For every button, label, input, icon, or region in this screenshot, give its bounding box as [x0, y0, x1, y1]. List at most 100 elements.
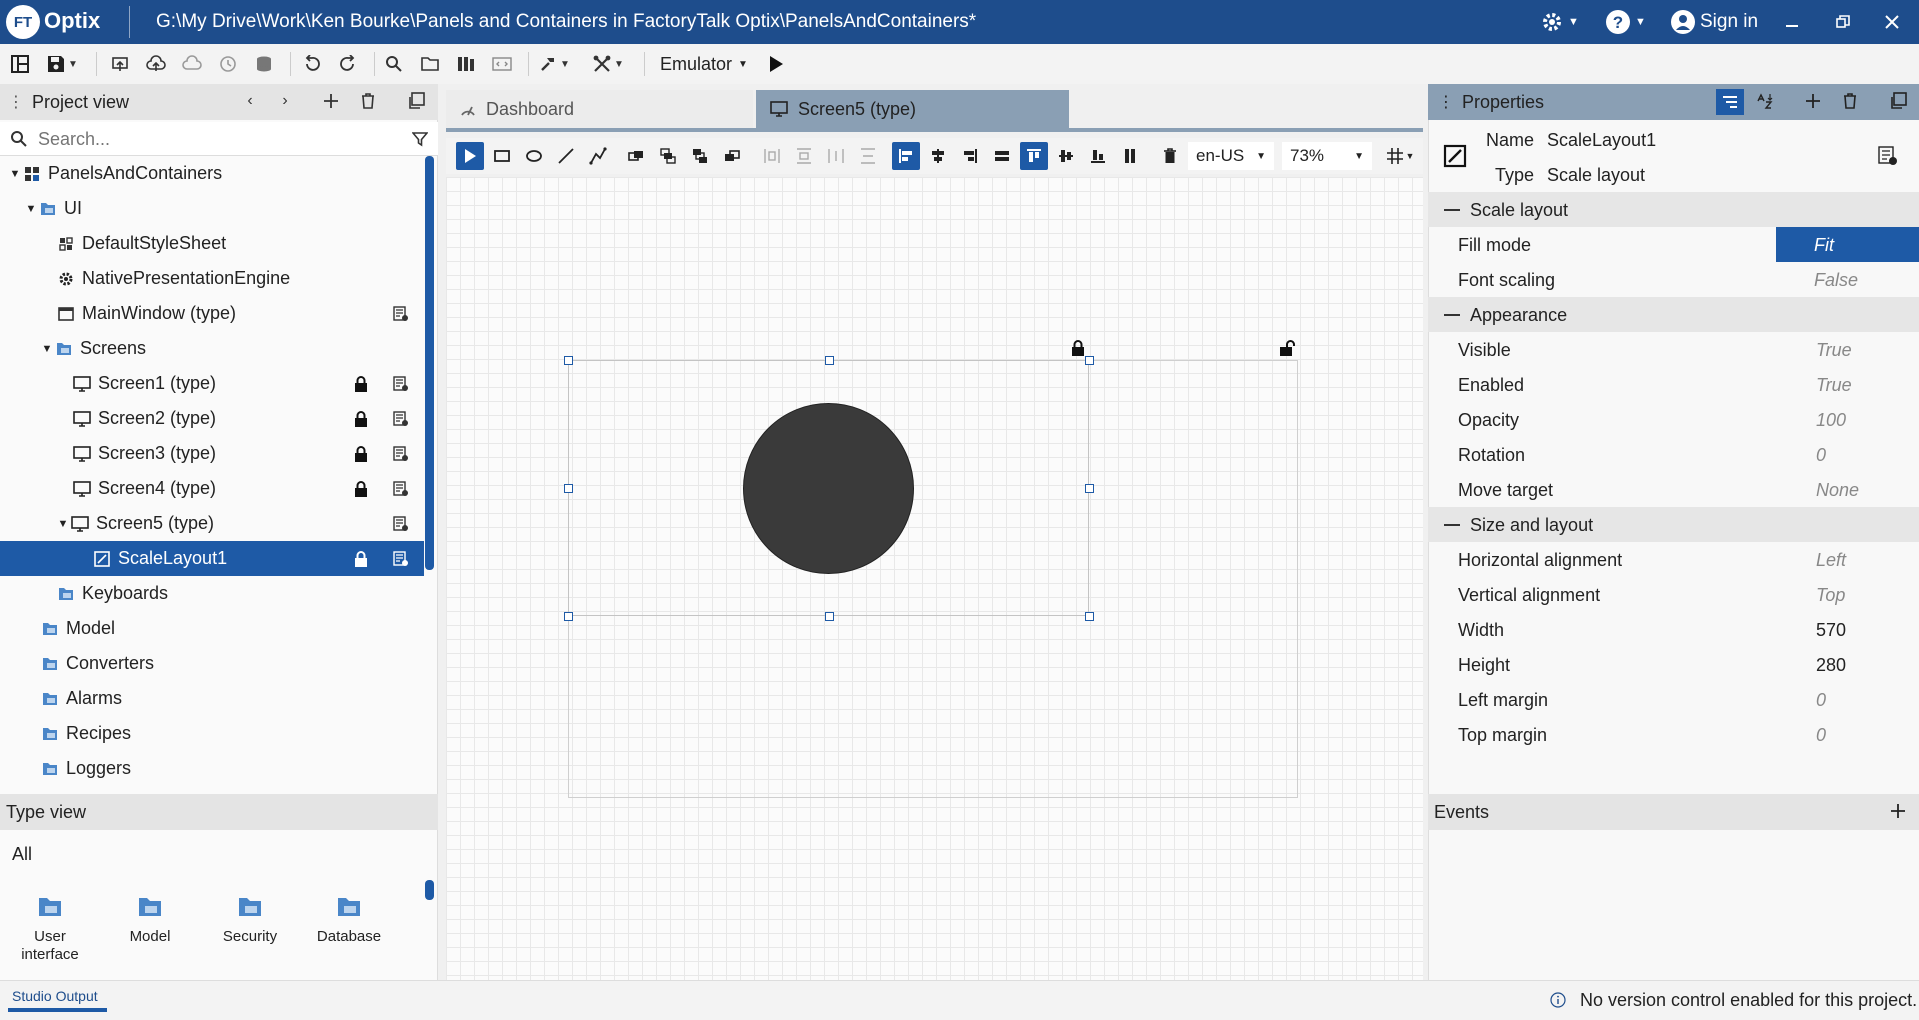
resize-handle[interactable]: [564, 612, 573, 621]
align-right-button[interactable]: [956, 142, 984, 170]
tree-item-model[interactable]: Model: [0, 611, 424, 646]
build-button[interactable]: [536, 52, 560, 76]
prop-value[interactable]: 570: [1816, 620, 1846, 641]
type-item-model[interactable]: Model: [104, 892, 196, 946]
prop-value[interactable]: 0: [1816, 445, 1826, 466]
duplicate-panel-button[interactable]: [407, 92, 427, 112]
prop-value[interactable]: True: [1816, 375, 1852, 396]
distribute-vertical-button[interactable]: [790, 142, 818, 170]
prop-vertical-alignment[interactable]: Vertical alignment Top: [1428, 577, 1919, 612]
tree-item-recipes[interactable]: Recipes: [0, 716, 424, 751]
align-left-button[interactable]: [892, 142, 920, 170]
save-button[interactable]: [44, 52, 68, 76]
close-button[interactable]: [1884, 8, 1900, 36]
prop-horizontal-alignment[interactable]: Horizontal alignment Left: [1428, 542, 1919, 577]
fill-mode-field[interactable]: Fit: [1776, 227, 1919, 262]
zoom-select[interactable]: 73% ▼: [1282, 142, 1372, 170]
resize-handle[interactable]: [564, 356, 573, 365]
resize-handle[interactable]: [825, 356, 834, 365]
ellipse-shape[interactable]: [743, 403, 914, 574]
restore-button[interactable]: [1836, 8, 1850, 36]
deploy-button[interactable]: [108, 52, 132, 76]
prop-enabled[interactable]: Enabled True: [1428, 367, 1919, 402]
properties-filter-button[interactable]: [1716, 89, 1744, 115]
tree-item-screen1[interactable]: Screen1 (type): [0, 366, 424, 401]
sort-properties-button[interactable]: [1756, 92, 1776, 112]
prop-value[interactable]: Left: [1816, 550, 1846, 571]
type-view-scrollbar[interactable]: [425, 880, 434, 900]
search-input[interactable]: [38, 127, 378, 151]
line-tool[interactable]: [552, 142, 580, 170]
caret-down-icon[interactable]: ▼: [24, 203, 38, 215]
rectangle-tool[interactable]: [488, 142, 516, 170]
caret-down-icon[interactable]: ▼: [56, 518, 70, 530]
edit-type-button[interactable]: [1878, 146, 1898, 166]
prop-top-margin[interactable]: Top margin 0: [1428, 717, 1919, 752]
distribute-horizontal-button[interactable]: [758, 142, 786, 170]
delete-button[interactable]: [360, 92, 380, 112]
locale-select[interactable]: en-US ▼: [1188, 142, 1274, 170]
align-middle-button[interactable]: [1052, 142, 1080, 170]
tree-item-defaultstylesheet[interactable]: DefaultStyleSheet: [0, 226, 424, 261]
prop-left-margin[interactable]: Left margin 0: [1428, 682, 1919, 717]
cloud-download-button[interactable]: [180, 52, 204, 76]
tab-screen5[interactable]: Screen5 (type): [756, 90, 1069, 128]
tree-item-screen2[interactable]: Screen2 (type): [0, 401, 424, 436]
lock-icon[interactable]: [1071, 340, 1085, 356]
type-item-user-interface[interactable]: User interface: [4, 892, 96, 964]
bring-forward-button[interactable]: [622, 142, 650, 170]
type-editor-icon[interactable]: [391, 514, 411, 534]
add-property-button[interactable]: [1804, 92, 1824, 112]
tree-item-loggers[interactable]: Loggers: [0, 751, 424, 786]
add-button[interactable]: [322, 92, 342, 112]
tree-item-screen3[interactable]: Screen3 (type): [0, 436, 424, 471]
prop-fill-mode[interactable]: Fill mode Fit: [1428, 227, 1919, 262]
tree-item-ui[interactable]: ▼ UI: [0, 191, 424, 226]
type-editor-icon[interactable]: [391, 304, 411, 324]
tree-item-screens[interactable]: ▼ Screens: [0, 331, 424, 366]
resize-handle[interactable]: [825, 612, 834, 621]
type-editor-icon[interactable]: [391, 409, 411, 429]
space-horizontal-button[interactable]: [822, 142, 850, 170]
duplicate-panel-button[interactable]: [1889, 92, 1909, 112]
run-button[interactable]: [764, 52, 788, 76]
type-editor-icon[interactable]: [391, 549, 411, 569]
upload-button[interactable]: [144, 52, 168, 76]
prop-move-target[interactable]: Move target None: [1428, 472, 1919, 507]
prop-value[interactable]: 0: [1816, 725, 1826, 746]
prop-font-scaling[interactable]: Font scaling False: [1428, 262, 1919, 297]
tree-item-mainwindow[interactable]: MainWindow (type): [0, 296, 424, 331]
select-tool[interactable]: [456, 142, 484, 170]
prop-opacity[interactable]: Opacity 100: [1428, 402, 1919, 437]
align-center-button[interactable]: [924, 142, 952, 170]
open-folder-button[interactable]: [418, 52, 442, 76]
add-event-button[interactable]: [1889, 802, 1909, 822]
tree-item-screen5[interactable]: ▼ Screen5 (type): [0, 506, 424, 541]
type-view-filter[interactable]: All: [12, 844, 32, 865]
redo-button[interactable]: [336, 52, 360, 76]
send-to-back-button[interactable]: [718, 142, 746, 170]
help-menu[interactable]: ? ▼: [1605, 8, 1646, 36]
tree-item-scalelayout1[interactable]: ScaleLayout1: [0, 541, 424, 576]
type-editor-icon[interactable]: [391, 479, 411, 499]
library-button[interactable]: [454, 52, 478, 76]
stretch-vertical-button[interactable]: [1116, 142, 1144, 170]
find-button[interactable]: [382, 52, 406, 76]
tree-scrollbar[interactable]: [425, 156, 434, 570]
unlock-icon[interactable]: [1279, 340, 1295, 356]
prop-value[interactable]: 280: [1816, 655, 1846, 676]
ellipse-tool[interactable]: [520, 142, 548, 170]
tree-item-converters[interactable]: Converters: [0, 646, 424, 681]
section-scale-layout[interactable]: Scale layout: [1428, 192, 1919, 227]
align-bottom-button[interactable]: [1084, 142, 1112, 170]
grid-options-button[interactable]: ▼: [1380, 142, 1420, 170]
settings-menu[interactable]: ▼: [1540, 8, 1579, 36]
studio-output-tab[interactable]: Studio Output: [12, 988, 98, 1004]
tools-dropdown[interactable]: ▼: [612, 52, 626, 76]
code-button[interactable]: [490, 52, 514, 76]
save-dropdown[interactable]: ▼: [66, 52, 80, 76]
prop-value[interactable]: None: [1816, 480, 1859, 501]
drag-handle-icon[interactable]: ⋮: [8, 92, 24, 112]
undo-button[interactable]: [300, 52, 324, 76]
polyline-tool[interactable]: [584, 142, 612, 170]
